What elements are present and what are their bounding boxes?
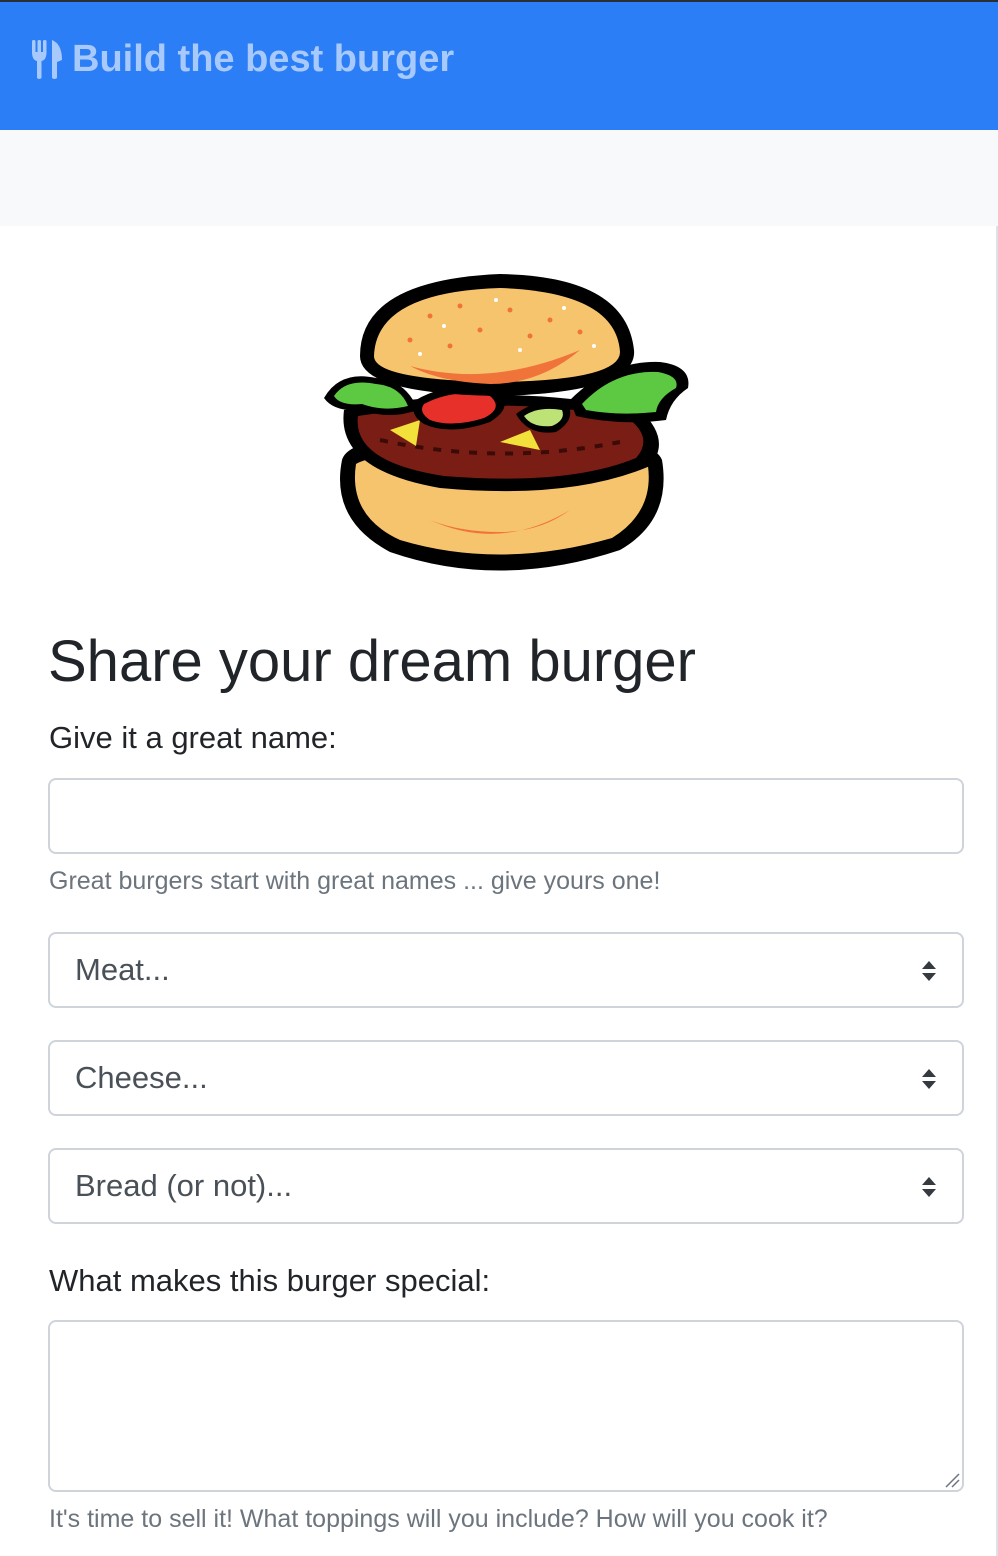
meat-select[interactable]: Meat... bbox=[48, 932, 964, 1008]
bread-select-value: Bread (or not)... bbox=[75, 1168, 293, 1203]
description-help-text: It's time to sell it! What toppings will… bbox=[49, 1505, 828, 1533]
burger-illustration bbox=[320, 270, 692, 576]
select-arrows-icon bbox=[920, 960, 938, 982]
name-label: Give it a great name: bbox=[49, 720, 337, 755]
brand-title: Build the best burger bbox=[72, 38, 455, 80]
secondary-bar bbox=[0, 130, 998, 226]
utensils-icon bbox=[30, 38, 64, 80]
cheese-select-value: Cheese... bbox=[75, 1060, 208, 1095]
description-textarea[interactable] bbox=[48, 1320, 964, 1492]
burger-name-input[interactable] bbox=[48, 778, 964, 854]
page-title: Share your dream burger bbox=[48, 629, 696, 694]
cheese-select[interactable]: Cheese... bbox=[48, 1040, 964, 1116]
select-arrows-icon bbox=[920, 1068, 938, 1090]
meat-select-value: Meat... bbox=[75, 952, 170, 987]
select-arrows-icon bbox=[920, 1176, 938, 1198]
brand-link[interactable]: Build the best burger bbox=[30, 36, 454, 82]
description-label: What makes this burger special: bbox=[49, 1263, 491, 1298]
resize-grip-icon[interactable] bbox=[944, 1472, 960, 1488]
top-navbar: Build the best burger bbox=[0, 0, 998, 130]
name-help-text: Great burgers start with great names ...… bbox=[49, 867, 661, 895]
bread-select[interactable]: Bread (or not)... bbox=[48, 1148, 964, 1224]
